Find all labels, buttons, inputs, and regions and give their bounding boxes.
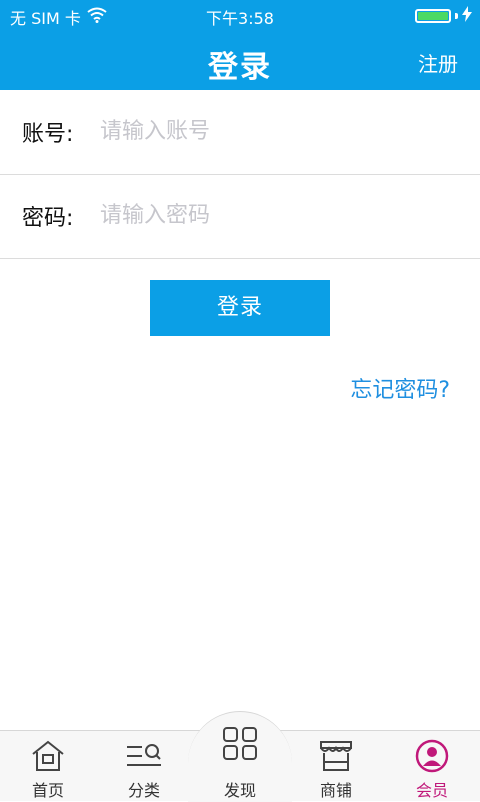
tab-home[interactable]: 首页 [0,731,96,801]
header: 无 SIM 卡 下午3:58 登录 注册 [0,0,480,90]
tab-discover-label: 发现 [223,781,256,800]
account-input[interactable] [98,110,462,152]
password-input[interactable] [98,194,462,236]
tab-category[interactable]: 分类 [96,731,192,801]
forgot-password-link[interactable]: 忘记密码? [350,372,450,404]
store-icon [316,739,356,773]
home-icon [28,739,68,773]
status-bar: 无 SIM 卡 下午3:58 [0,0,480,30]
register-button[interactable]: 注册 [418,48,458,77]
status-time: 下午3:58 [206,9,274,28]
category-icon [124,739,164,773]
tab-bar: 首页 分类 发现 商铺 会员 [0,711,480,802]
account-row: 账号: [0,90,480,175]
account-label: 账号: [22,122,74,147]
tab-member[interactable]: 会员 [384,731,480,801]
tab-store[interactable]: 商铺 [288,731,384,801]
page-title: 登录 [208,50,272,85]
tab-discover[interactable]: 发现 [192,727,288,801]
tab-home-label: 首页 [31,781,64,800]
password-label: 密码: [22,206,74,231]
password-row: 密码: [0,174,480,259]
user-icon [412,739,452,773]
grid-icon [220,727,260,761]
charging-icon [462,6,472,26]
tab-member-label: 会员 [415,781,448,800]
battery-area [415,6,472,26]
tab-category-label: 分类 [127,781,160,800]
login-button[interactable]: 登录 [150,280,330,336]
battery-icon [415,9,451,23]
nav-bar: 登录 注册 [0,30,480,90]
tab-store-label: 商铺 [319,781,352,800]
battery-tip [455,13,458,19]
